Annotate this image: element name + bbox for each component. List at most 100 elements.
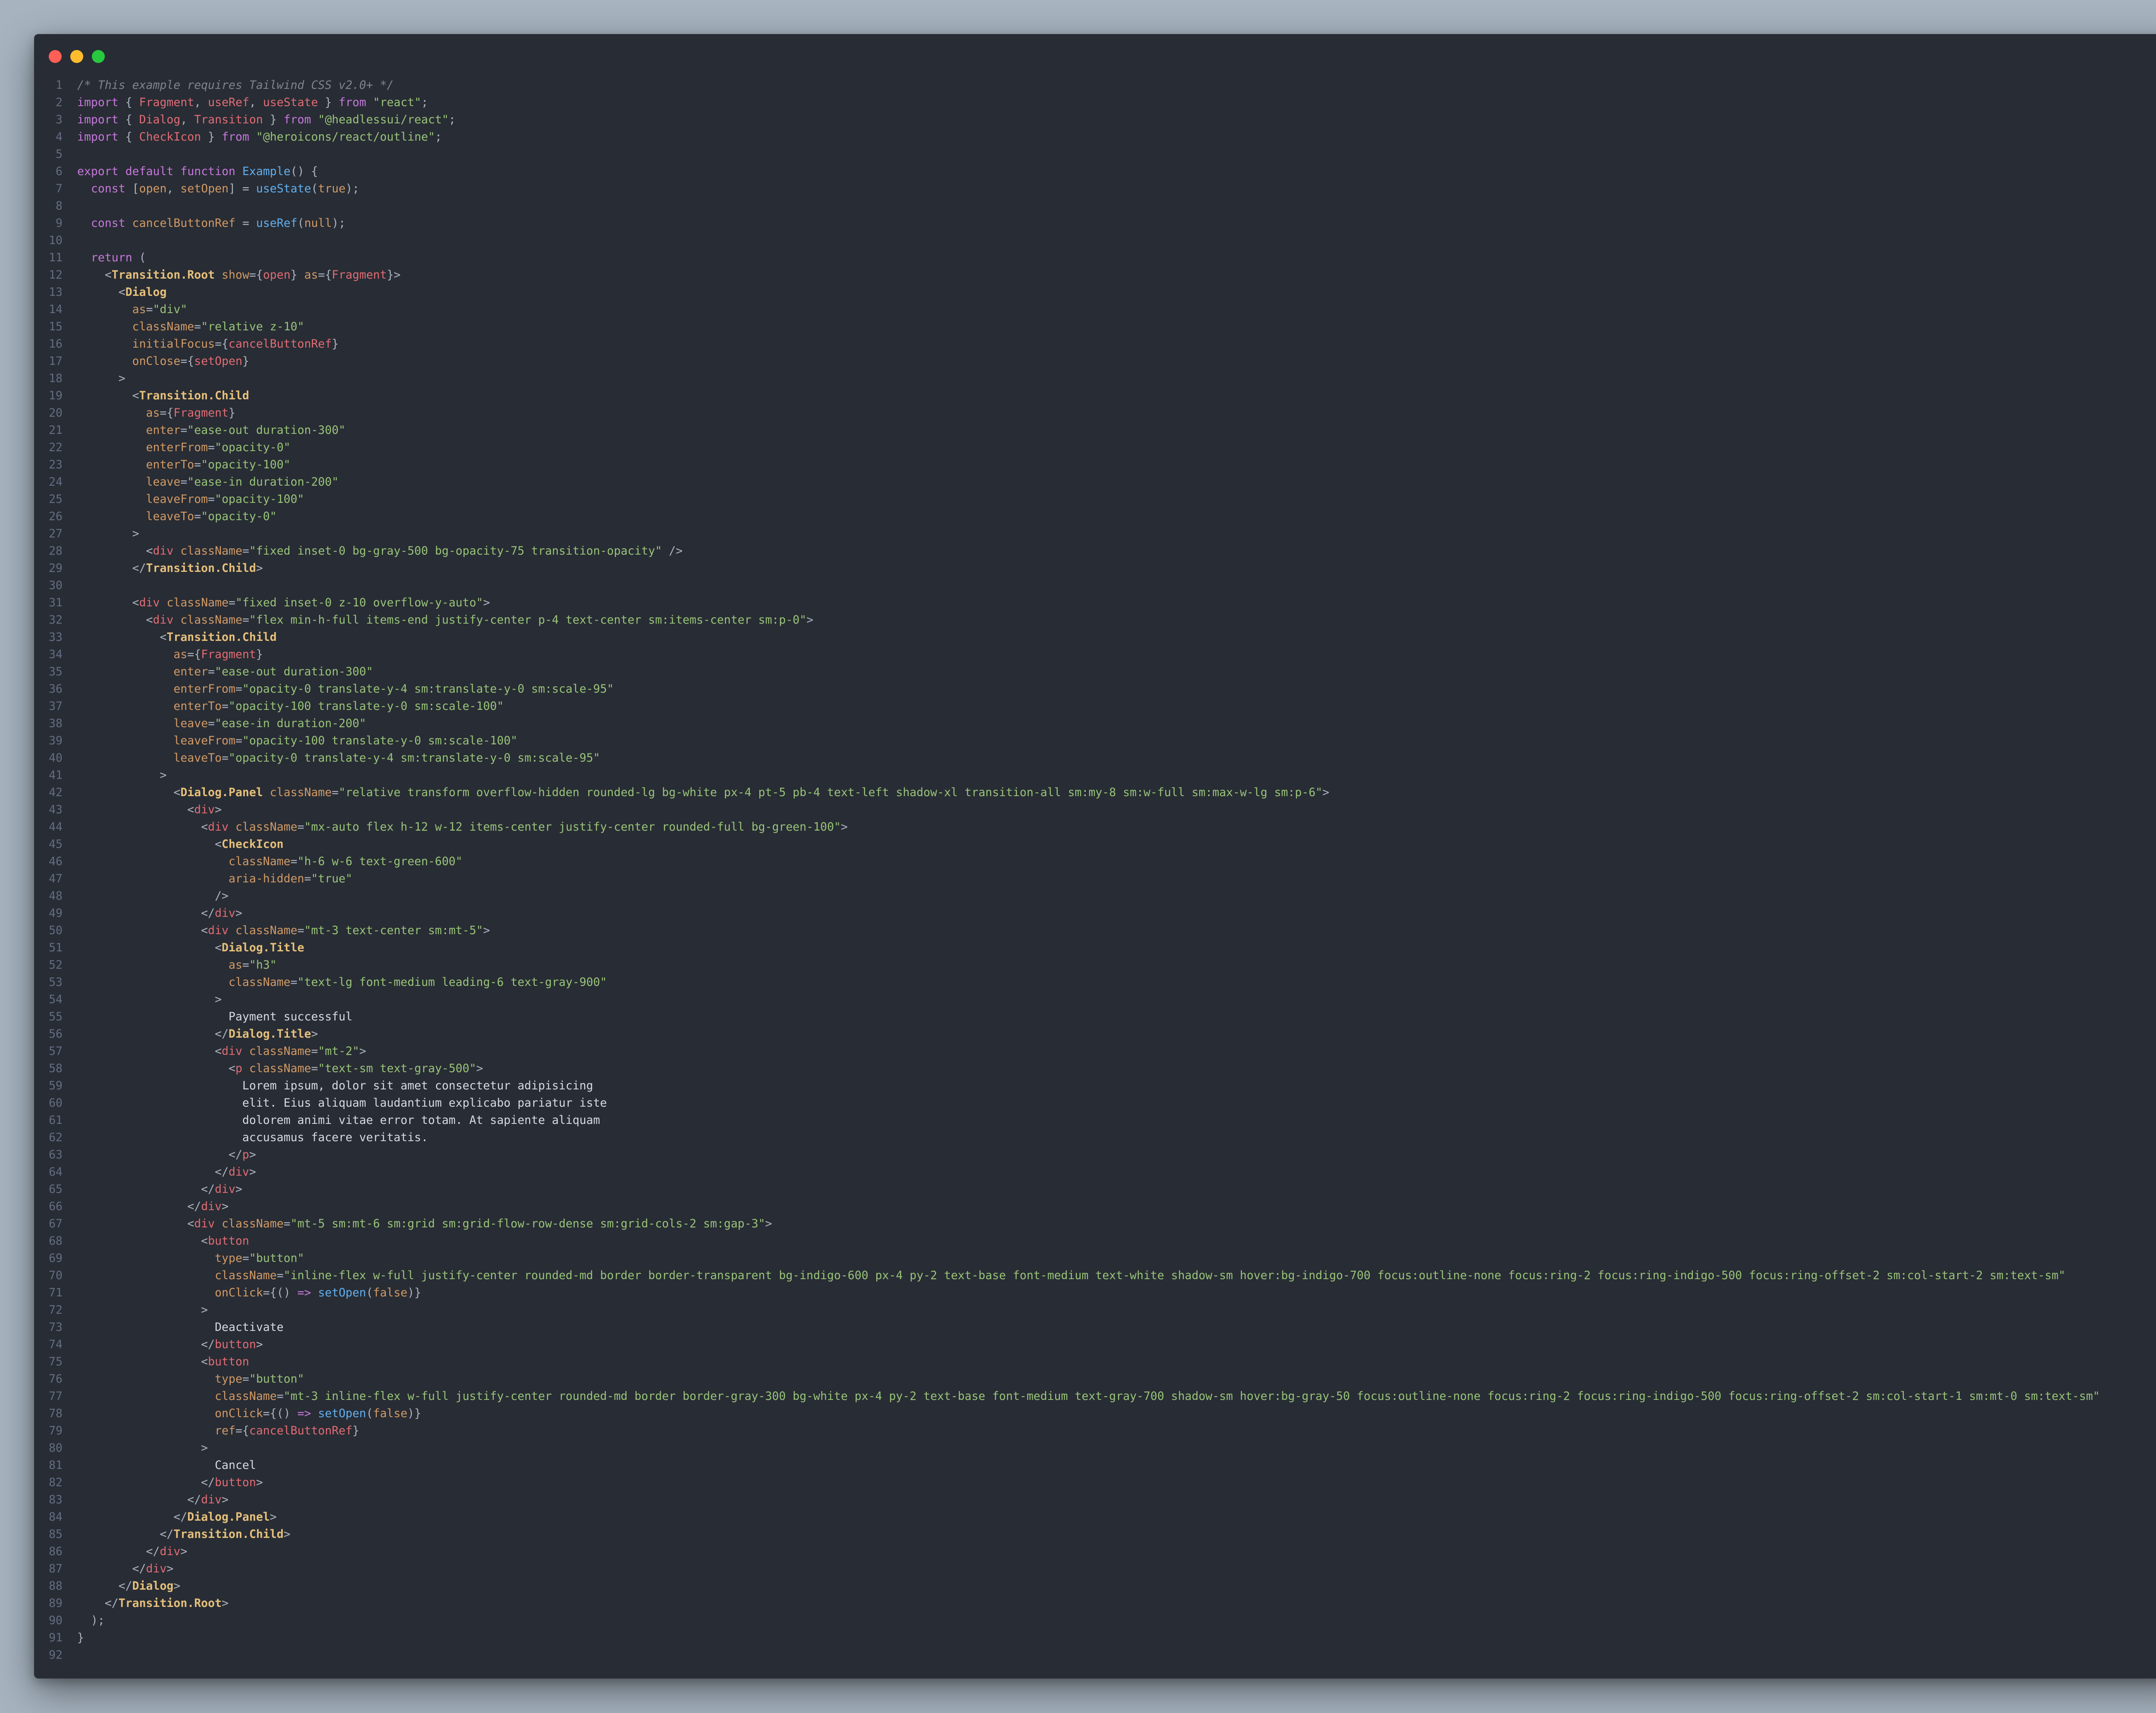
code-line: 70 className="inline-flex w-full justify… xyxy=(34,1267,2156,1284)
code-token: from xyxy=(283,113,311,126)
code-token: > xyxy=(256,1338,263,1351)
code-token: const xyxy=(91,182,125,195)
code-token: > xyxy=(173,1579,181,1593)
code-token: Fragment xyxy=(332,268,387,282)
code-token: </ xyxy=(77,1183,215,1196)
code-token: < xyxy=(77,803,194,816)
code-token: = xyxy=(304,872,311,885)
code-token: Dialog.Title xyxy=(222,941,304,954)
code-token: accusamus facere veritatis. xyxy=(77,1131,428,1144)
code-line: 40 leaveTo="opacity-0 translate-y-4 sm:t… xyxy=(34,750,2156,767)
code-token: </ xyxy=(77,1545,160,1558)
line-text: import { Dialog, Transition } from "@hea… xyxy=(77,113,456,126)
code-token: false xyxy=(373,1407,407,1420)
code-line: 33 <Transition.Child xyxy=(34,629,2156,646)
line-text: type="button" xyxy=(77,1252,304,1265)
code-token: type xyxy=(215,1372,242,1386)
line-text: </button> xyxy=(77,1476,263,1489)
code-line: 50 <div className="mt-3 text-center sm:m… xyxy=(34,922,2156,939)
code-token: Transition.Child xyxy=(146,562,256,575)
code-token: < xyxy=(77,941,222,954)
code-token: = xyxy=(194,320,201,333)
code-token: = xyxy=(235,682,242,696)
code-token: function xyxy=(180,165,235,178)
line-text: onClick={() => setOpen(false)} xyxy=(77,1407,421,1420)
line-number: 9 xyxy=(56,216,63,230)
code-token: "relative transform overflow-hidden roun… xyxy=(338,786,1322,799)
line-text: as="div" xyxy=(77,303,188,316)
line-text: className="relative z-10" xyxy=(77,320,304,333)
minimize-window-button[interactable] xyxy=(70,50,83,63)
code-token: = xyxy=(208,665,215,678)
code-token: "opacity-0" xyxy=(215,441,291,454)
line-number: 31 xyxy=(49,596,63,609)
code-editor[interactable]: 1 /* This example requires Tailwind CSS v… xyxy=(34,77,2156,1664)
code-line: 49 </div> xyxy=(34,905,2156,922)
maximize-window-button[interactable] xyxy=(92,50,105,63)
code-token: className xyxy=(166,596,229,609)
code-line: 54 > xyxy=(34,991,2156,1008)
code-token: > xyxy=(215,803,222,816)
code-token: > xyxy=(77,527,139,540)
code-line: 85 </Transition.Child> xyxy=(34,1526,2156,1543)
code-line: 37 enterTo="opacity-100 translate-y-0 sm… xyxy=(34,698,2156,715)
code-line: 43 <div> xyxy=(34,801,2156,819)
code-line: 45 <CheckIcon xyxy=(34,836,2156,853)
code-token: = xyxy=(311,1062,318,1075)
code-line: 30 xyxy=(34,577,2156,594)
code-token: "opacity-100 translate-y-0 sm:scale-100" xyxy=(242,734,518,747)
code-token: > xyxy=(1322,786,1329,799)
code-token: onClose xyxy=(132,355,181,368)
code-token: "fixed inset-0 z-10 overflow-y-auto" xyxy=(235,596,483,609)
code-token: leaveTo xyxy=(173,751,222,765)
code-token: div xyxy=(208,820,229,834)
code-line: 52 as="h3" xyxy=(34,957,2156,974)
code-token: > xyxy=(235,907,242,920)
line-text: leaveTo="opacity-0 translate-y-4 sm:tran… xyxy=(77,751,600,765)
code-token: show xyxy=(222,268,249,282)
code-token: "opacity-100" xyxy=(201,458,291,471)
line-text: </div> xyxy=(77,1183,242,1196)
code-token: ( xyxy=(297,216,304,230)
code-token: "ease-out duration-300" xyxy=(215,665,373,678)
line-text: </div> xyxy=(77,1562,174,1575)
code-line: 75 <button xyxy=(34,1353,2156,1371)
code-token: > xyxy=(222,1597,229,1610)
line-text: <div className="mt-2"> xyxy=(77,1045,366,1058)
code-token: > xyxy=(841,820,848,834)
line-number: 66 xyxy=(49,1200,63,1213)
code-token: Transition.Child xyxy=(139,389,249,402)
code-token: ); xyxy=(345,182,360,195)
code-token: className xyxy=(215,1390,277,1403)
line-text: as={Fragment} xyxy=(77,406,235,420)
code-token: ( xyxy=(311,182,318,195)
code-token: Cancel xyxy=(77,1459,256,1472)
code-line: 8 xyxy=(34,198,2156,215)
line-number: 14 xyxy=(49,303,63,316)
code-token: } xyxy=(242,355,249,368)
code-line: 18 > xyxy=(34,370,2156,387)
code-token: "flex min-h-full items-end justify-cente… xyxy=(249,613,807,627)
line-text: > xyxy=(77,527,139,540)
line-text: </Dialog> xyxy=(77,1579,181,1593)
code-line: 76 type="button" xyxy=(34,1371,2156,1388)
code-token: = xyxy=(235,734,242,747)
code-token: < xyxy=(77,1045,222,1058)
code-line: 56 </Dialog.Title> xyxy=(34,1026,2156,1043)
code-token: className xyxy=(249,1062,311,1075)
code-token: { xyxy=(118,96,139,109)
code-token: ={ xyxy=(187,648,201,661)
code-line: 36 enterFrom="opacity-0 translate-y-4 sm… xyxy=(34,681,2156,698)
code-token: = xyxy=(146,303,153,316)
close-window-button[interactable] xyxy=(49,50,62,63)
code-token: </ xyxy=(77,1476,215,1489)
code-token: > xyxy=(77,1441,208,1455)
